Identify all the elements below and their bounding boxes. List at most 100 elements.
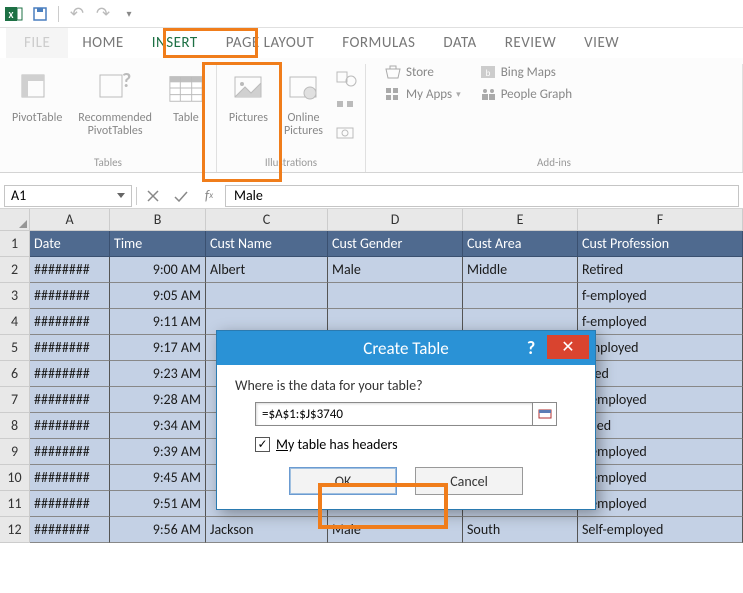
column-header[interactable]: F: [578, 209, 743, 231]
data-cell[interactable]: Male: [328, 257, 463, 283]
data-cell[interactable]: [206, 283, 328, 309]
data-cell[interactable]: employed: [578, 335, 743, 361]
data-cell[interactable]: 9:17 AM: [110, 335, 206, 361]
enter-formula-button[interactable]: [169, 185, 193, 207]
headers-checkbox[interactable]: ✓: [255, 437, 270, 452]
data-cell[interactable]: f-employed: [578, 439, 743, 465]
row-header[interactable]: 10: [0, 465, 30, 491]
name-box[interactable]: A1: [4, 185, 132, 207]
screenshot-icon[interactable]: [335, 124, 357, 147]
column-header[interactable]: B: [110, 209, 206, 231]
help-button[interactable]: ?: [519, 337, 543, 359]
header-cell[interactable]: Cust Area: [463, 231, 578, 257]
data-cell[interactable]: [463, 283, 578, 309]
row-header[interactable]: 5: [0, 335, 30, 361]
row-header[interactable]: 4: [0, 309, 30, 335]
range-selector-button[interactable]: [533, 402, 557, 426]
shapes-icon[interactable]: [335, 70, 357, 93]
data-cell[interactable]: f-employed: [578, 465, 743, 491]
row-header[interactable]: 1: [0, 231, 30, 257]
row-header[interactable]: 3: [0, 283, 30, 309]
tab-view[interactable]: VIEW: [570, 28, 633, 58]
data-cell[interactable]: f-employed: [578, 309, 743, 335]
data-cell[interactable]: ########: [30, 439, 110, 465]
row-header[interactable]: 9: [0, 439, 30, 465]
data-cell[interactable]: ########: [30, 335, 110, 361]
data-cell[interactable]: 9:23 AM: [110, 361, 206, 387]
fx-button[interactable]: fx: [197, 185, 221, 207]
data-cell[interactable]: Middle: [463, 257, 578, 283]
data-cell[interactable]: ########: [30, 413, 110, 439]
tab-data[interactable]: DATA: [429, 28, 490, 58]
data-cell[interactable]: Male: [328, 517, 463, 543]
tab-formulas[interactable]: FORMULAS: [328, 28, 429, 58]
tab-review[interactable]: REVIEW: [491, 28, 570, 58]
data-cell[interactable]: Self-employed: [578, 517, 743, 543]
data-cell[interactable]: ########: [30, 387, 110, 413]
bingmaps-button[interactable]: bBing Maps: [479, 64, 572, 80]
column-header[interactable]: D: [328, 209, 463, 231]
redo-icon[interactable]: ↷: [93, 4, 113, 24]
data-cell[interactable]: 9:39 AM: [110, 439, 206, 465]
data-cell[interactable]: ########: [30, 309, 110, 335]
row-header[interactable]: 8: [0, 413, 30, 439]
data-cell[interactable]: 9:45 AM: [110, 465, 206, 491]
myapps-button[interactable]: My Apps ▾: [384, 86, 461, 102]
header-cell[interactable]: Cust Gender: [328, 231, 463, 257]
header-cell[interactable]: Cust Name: [206, 231, 328, 257]
pictures-button[interactable]: Pictures: [225, 64, 272, 127]
data-cell[interactable]: ########: [30, 257, 110, 283]
data-cell[interactable]: ########: [30, 465, 110, 491]
column-header[interactable]: E: [463, 209, 578, 231]
header-cell[interactable]: Time: [110, 231, 206, 257]
data-cell[interactable]: Albert: [206, 257, 328, 283]
data-cell[interactable]: f-employed: [578, 491, 743, 517]
data-cell[interactable]: ########: [30, 361, 110, 387]
smartart-icon[interactable]: [335, 97, 357, 120]
tab-file[interactable]: FILE: [6, 28, 68, 58]
data-cell[interactable]: 9:00 AM: [110, 257, 206, 283]
data-cell[interactable]: f-employed: [578, 283, 743, 309]
row-header[interactable]: 6: [0, 361, 30, 387]
data-cell[interactable]: 9:51 AM: [110, 491, 206, 517]
recommended-pivottables-button[interactable]: ? Recommended PivotTables: [74, 64, 156, 140]
data-cell[interactable]: 9:34 AM: [110, 413, 206, 439]
data-cell[interactable]: ########: [30, 517, 110, 543]
data-cell[interactable]: f-employed: [578, 387, 743, 413]
select-all-corner[interactable]: [0, 209, 30, 231]
data-cell[interactable]: ########: [30, 283, 110, 309]
tab-home[interactable]: HOME: [68, 28, 137, 58]
data-cell[interactable]: tired: [578, 361, 743, 387]
ok-button[interactable]: OK: [289, 467, 397, 495]
cancel-formula-button[interactable]: [141, 185, 165, 207]
data-cell[interactable]: aried: [578, 413, 743, 439]
pivottable-button[interactable]: PivotTable: [8, 64, 66, 127]
tab-pagelayout[interactable]: PAGE LAYOUT: [212, 28, 328, 58]
close-button[interactable]: ✕: [547, 335, 589, 359]
peoplegraph-button[interactable]: People Graph: [479, 86, 572, 102]
row-header[interactable]: 7: [0, 387, 30, 413]
tab-insert[interactable]: INSERT: [138, 28, 212, 58]
row-header[interactable]: 12: [0, 517, 30, 543]
header-cell[interactable]: Date: [30, 231, 110, 257]
header-cell[interactable]: Cust Profession: [578, 231, 743, 257]
qat-customize-icon[interactable]: ▾: [119, 4, 139, 24]
data-cell[interactable]: Retired: [578, 257, 743, 283]
store-button[interactable]: Store: [384, 64, 461, 80]
cancel-button[interactable]: Cancel: [415, 467, 523, 495]
data-cell[interactable]: 9:05 AM: [110, 283, 206, 309]
data-cell[interactable]: ########: [30, 491, 110, 517]
data-cell[interactable]: [328, 283, 463, 309]
dialog-titlebar[interactable]: Create Table ? ✕: [217, 331, 595, 365]
headers-checkbox-label[interactable]: MMy table has headersy table has headers: [276, 436, 398, 453]
row-header[interactable]: 2: [0, 257, 30, 283]
data-cell[interactable]: 9:28 AM: [110, 387, 206, 413]
column-header[interactable]: C: [206, 209, 328, 231]
row-header[interactable]: 11: [0, 491, 30, 517]
table-range-input[interactable]: [255, 402, 533, 426]
data-cell[interactable]: 9:56 AM: [110, 517, 206, 543]
undo-icon[interactable]: ↶: [67, 4, 87, 24]
save-icon[interactable]: [30, 4, 50, 24]
column-header[interactable]: A: [30, 209, 110, 231]
data-cell[interactable]: Jackson: [206, 517, 328, 543]
